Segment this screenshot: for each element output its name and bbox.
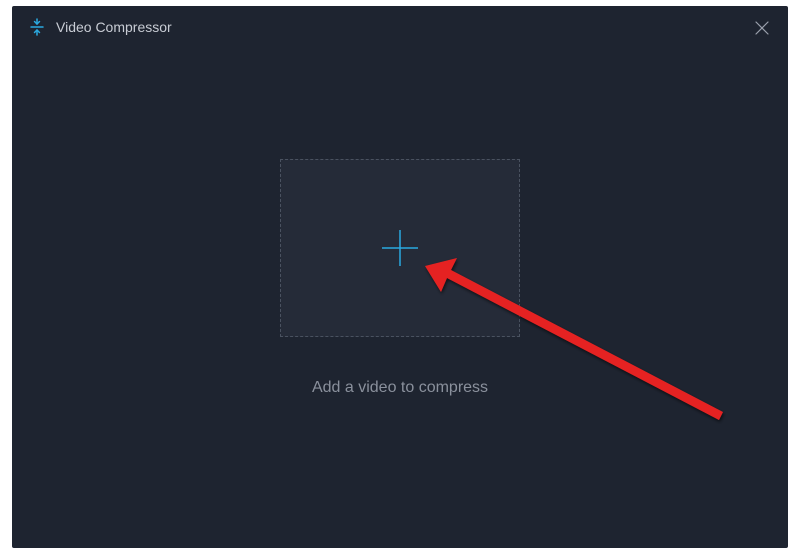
close-button[interactable] — [750, 16, 774, 40]
instruction-text: Add a video to compress — [312, 379, 488, 397]
close-icon — [754, 20, 770, 36]
main-content: Add a video to compress — [12, 48, 788, 548]
add-video-dropzone[interactable] — [280, 159, 520, 337]
compress-icon — [28, 18, 46, 36]
plus-icon — [378, 226, 422, 270]
title-bar: Video Compressor — [12, 6, 788, 48]
app-window: Video Compressor Add a video to com — [12, 6, 788, 548]
app-title: Video Compressor — [56, 19, 172, 35]
